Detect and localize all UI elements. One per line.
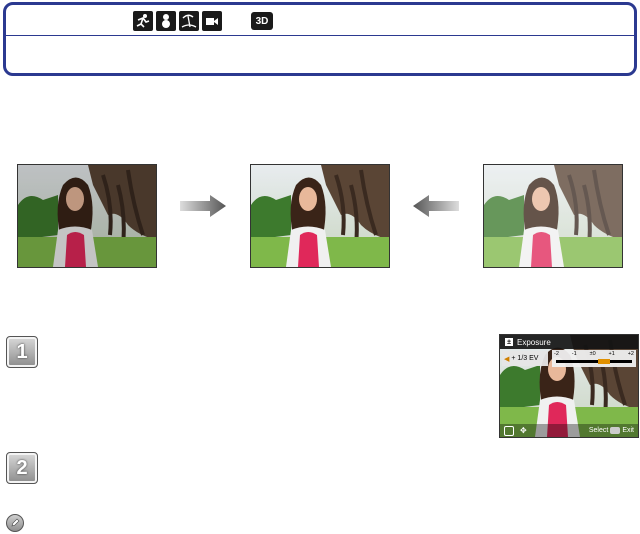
lcd-ev-value-box[interactable]: ◀ + 1/3 EV bbox=[502, 351, 548, 366]
exposure-icon: ± bbox=[505, 338, 513, 346]
photo-correct bbox=[250, 164, 390, 268]
photo-brighter bbox=[483, 164, 623, 268]
arrow-right-icon bbox=[180, 195, 226, 217]
lcd-title-bar: ± Exposure bbox=[500, 335, 638, 349]
lcd-exit-label: Exit bbox=[622, 427, 634, 434]
mode-box-divider bbox=[6, 35, 634, 36]
mode-info-box: 3D bbox=[3, 2, 637, 76]
video-mode-icon bbox=[202, 11, 222, 31]
lcd-bottom-bar: ✥ Select Exit bbox=[500, 424, 638, 437]
step-1-badge: 1 bbox=[6, 336, 38, 368]
mode-icons-row bbox=[133, 11, 222, 31]
scale-bar bbox=[556, 360, 632, 363]
lcd-title: Exposure bbox=[517, 337, 551, 347]
beach-mode-icon bbox=[179, 11, 199, 31]
3d-badge: 3D bbox=[251, 12, 273, 30]
scale-tick: -1 bbox=[571, 351, 577, 357]
lcd-select-label: Select bbox=[588, 427, 609, 434]
lcd-exposure-scale[interactable]: -2 -1 ±0 +1 +2 bbox=[552, 350, 636, 367]
scale-tick: +2 bbox=[627, 351, 634, 357]
scale-ticks: -2 -1 ±0 +1 +2 bbox=[554, 351, 634, 357]
scale-tick: ±0 bbox=[589, 351, 596, 357]
cursor-cross-icon: ✥ bbox=[520, 425, 527, 435]
camera-lcd-screen: ± Exposure ◀ + 1/3 EV -2 -1 ±0 +1 +2 ✥ S… bbox=[499, 334, 639, 438]
left-arrow-icon: ◀ bbox=[504, 355, 510, 363]
scale-marker bbox=[598, 359, 610, 364]
arrow-left-icon bbox=[413, 195, 459, 217]
photo-darker bbox=[17, 164, 157, 268]
sports-mode-icon bbox=[133, 11, 153, 31]
scale-tick: -2 bbox=[554, 351, 559, 357]
note-pencil-icon bbox=[6, 514, 24, 532]
snow-mode-icon bbox=[156, 11, 176, 31]
exit-button-icon bbox=[610, 427, 621, 434]
step-2-badge: 2 bbox=[6, 452, 38, 484]
lcd-ev-value: + 1/3 EV bbox=[511, 355, 539, 362]
menu-icon bbox=[504, 425, 514, 436]
scale-tick: +1 bbox=[608, 351, 615, 357]
